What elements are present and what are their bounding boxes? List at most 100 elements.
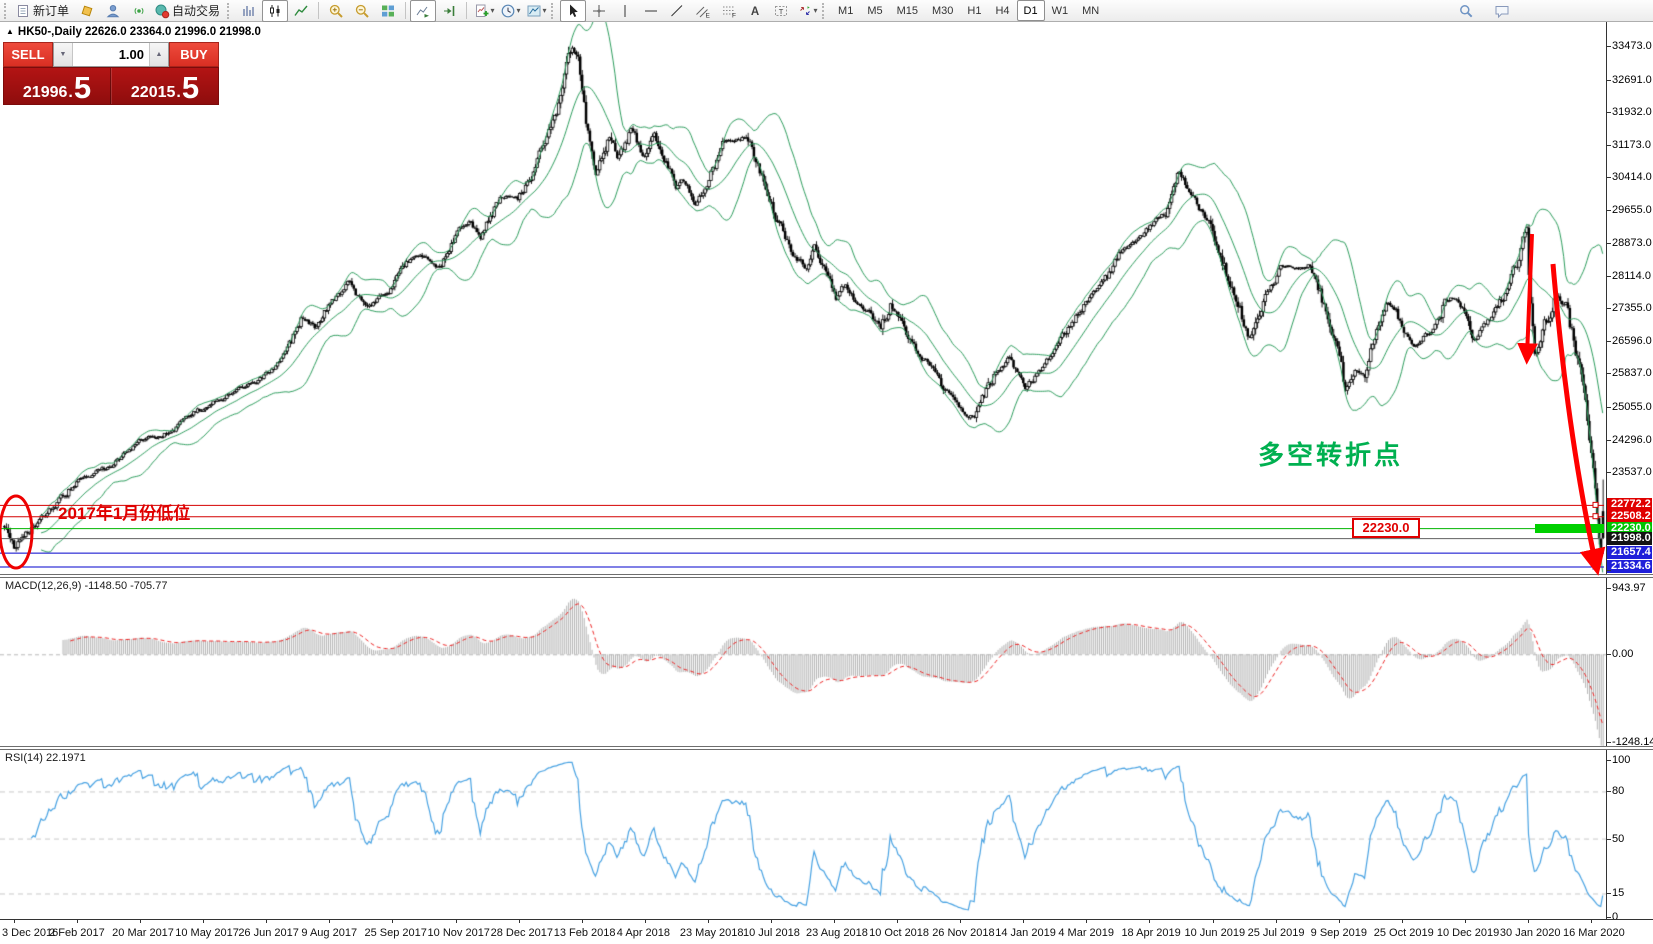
signals-icon[interactable] bbox=[126, 0, 152, 22]
date-tick-mark bbox=[1591, 920, 1592, 923]
timeframe-m15[interactable]: M15 bbox=[890, 0, 925, 21]
symbol-header[interactable]: ▲HK50-,Daily 22626.0 23364.0 21996.0 219… bbox=[6, 26, 261, 38]
sell-price-dot: . bbox=[68, 85, 72, 101]
timeframe-m30[interactable]: M30 bbox=[925, 0, 960, 21]
macd-panel-canvas[interactable] bbox=[0, 578, 1606, 746]
date-tick-mark bbox=[1528, 920, 1529, 923]
vertical-line-glyph bbox=[617, 3, 633, 19]
text-label-button[interactable]: T bbox=[768, 0, 794, 22]
trendline-button[interactable] bbox=[664, 0, 690, 22]
cursor-button[interactable] bbox=[560, 0, 586, 22]
toolbar-separator bbox=[405, 2, 406, 19]
new-order-glyph bbox=[15, 3, 31, 19]
text-glyph: A bbox=[747, 3, 763, 19]
templates-button[interactable]: ▾ bbox=[523, 0, 549, 22]
search-icon-glyph bbox=[1458, 3, 1474, 19]
arrows-button[interactable]: ▾ bbox=[794, 0, 820, 22]
periods-glyph bbox=[500, 3, 516, 19]
price-tick-mark bbox=[1606, 440, 1611, 441]
sell-price[interactable]: 21996 . 5 bbox=[4, 68, 111, 104]
price-tick-label: 28873.0 bbox=[1612, 237, 1652, 249]
fibonacci-button[interactable]: F bbox=[716, 0, 742, 22]
auto-scroll-icon[interactable] bbox=[410, 0, 436, 22]
price-tick-mark bbox=[1606, 46, 1611, 47]
price-tick-label: 32691.0 bbox=[1612, 74, 1652, 86]
price-tick-mark bbox=[1606, 177, 1611, 178]
timeframe-w1-label: W1 bbox=[1052, 5, 1069, 17]
tile-windows-icon[interactable] bbox=[375, 0, 401, 22]
buy-button[interactable]: BUY bbox=[169, 42, 219, 67]
timeframe-h1[interactable]: H1 bbox=[960, 0, 988, 21]
sell-price-main: 21996 bbox=[23, 85, 68, 101]
chat-icon-glyph bbox=[1494, 3, 1510, 19]
date-label: 26 Jun 2017 bbox=[238, 927, 299, 939]
new-order-button[interactable]: 新订单 bbox=[13, 0, 74, 22]
periods-button[interactable]: ▾ bbox=[497, 0, 523, 22]
date-label: 14 Jan 2019 bbox=[995, 927, 1056, 939]
toolbar-grip bbox=[551, 3, 556, 19]
arrows-glyph bbox=[797, 3, 813, 19]
line-chart-icon[interactable] bbox=[288, 0, 314, 22]
bar-chart-icon[interactable] bbox=[236, 0, 262, 22]
timeframe-m1[interactable]: M1 bbox=[831, 0, 860, 21]
horizontal-line-button[interactable] bbox=[638, 0, 664, 22]
date-label: 9 Sep 2019 bbox=[1311, 927, 1367, 939]
toolbar-grip bbox=[227, 3, 232, 19]
timeframe-d1[interactable]: D1 bbox=[1017, 0, 1045, 21]
date-tick-mark bbox=[1465, 920, 1466, 923]
rsi-panel-divider[interactable] bbox=[0, 746, 1653, 750]
rsi-tick-mark bbox=[1606, 760, 1611, 761]
main-chart-canvas[interactable] bbox=[0, 22, 1606, 574]
volume-input[interactable]: 1.00 bbox=[73, 43, 149, 66]
vertical-line-button[interactable] bbox=[612, 0, 638, 22]
chart-window[interactable]: 33473.032691.031932.031173.030414.029655… bbox=[0, 22, 1653, 944]
volume-increase-button[interactable]: ▲ bbox=[149, 43, 168, 66]
volume-decrease-button[interactable]: ▼ bbox=[54, 43, 73, 66]
equidistant-channel-button[interactable]: E bbox=[690, 0, 716, 22]
sell-button[interactable]: SELL bbox=[3, 42, 53, 67]
dropdown-arrow-icon: ▾ bbox=[517, 6, 521, 15]
svg-text:F: F bbox=[732, 12, 736, 19]
candle-chart-icon-glyph bbox=[267, 3, 283, 19]
fibonacci-glyph: F bbox=[721, 3, 737, 19]
price-tick-mark bbox=[1606, 112, 1611, 113]
rsi-tick-mark bbox=[1606, 791, 1611, 792]
date-label: 25 Jul 2019 bbox=[1248, 927, 1305, 939]
macd-panel-divider[interactable] bbox=[0, 574, 1653, 578]
zoom-out-icon[interactable] bbox=[349, 0, 375, 22]
community-icon[interactable] bbox=[100, 0, 126, 22]
macd-tick-mark bbox=[1606, 654, 1611, 655]
text-button[interactable]: A bbox=[742, 0, 768, 22]
date-tick-mark bbox=[77, 920, 78, 923]
buy-price[interactable]: 22015 . 5 bbox=[111, 68, 218, 104]
chart-shift-icon[interactable] bbox=[436, 0, 462, 22]
date-tick-mark bbox=[1339, 920, 1340, 923]
price-level-badge: 21334.6 bbox=[1607, 560, 1652, 573]
price-tick-label: 30414.0 bbox=[1612, 171, 1652, 183]
crosshair-button[interactable] bbox=[586, 0, 612, 22]
candle-chart-icon[interactable] bbox=[262, 0, 288, 22]
metaeditor-icon[interactable] bbox=[74, 0, 100, 22]
date-label: 13 Feb 2018 bbox=[554, 927, 616, 939]
price-tick-mark bbox=[1606, 341, 1611, 342]
rsi-panel-canvas[interactable] bbox=[0, 750, 1606, 919]
chat-icon[interactable] bbox=[1489, 0, 1515, 22]
search-icon[interactable] bbox=[1453, 0, 1479, 22]
autotrade-button[interactable]: 自动交易 bbox=[152, 0, 225, 22]
timeframe-w1[interactable]: W1 bbox=[1045, 0, 1076, 21]
date-label: 25 Sep 2017 bbox=[364, 927, 426, 939]
macd-indicator-label: MACD(12,26,9) -1148.50 -705.77 bbox=[5, 580, 167, 592]
collapse-icon[interactable]: ▲ bbox=[6, 27, 14, 36]
timeframe-h4[interactable]: H4 bbox=[988, 0, 1016, 21]
annotation-turning-point-text: 多空转折点 bbox=[1258, 435, 1403, 472]
date-tick-mark bbox=[708, 920, 709, 923]
price-tick-mark bbox=[1606, 80, 1611, 81]
date-label: 4 Mar 2019 bbox=[1058, 927, 1114, 939]
date-tick-mark bbox=[960, 920, 961, 923]
indicators-button[interactable]: ▾ bbox=[471, 0, 497, 22]
timeframe-mn[interactable]: MN bbox=[1075, 0, 1106, 21]
zoom-in-icon[interactable] bbox=[323, 0, 349, 22]
date-label: 10 Nov 2017 bbox=[428, 927, 490, 939]
toolbar-grip bbox=[822, 3, 827, 19]
timeframe-m5[interactable]: M5 bbox=[860, 0, 889, 21]
